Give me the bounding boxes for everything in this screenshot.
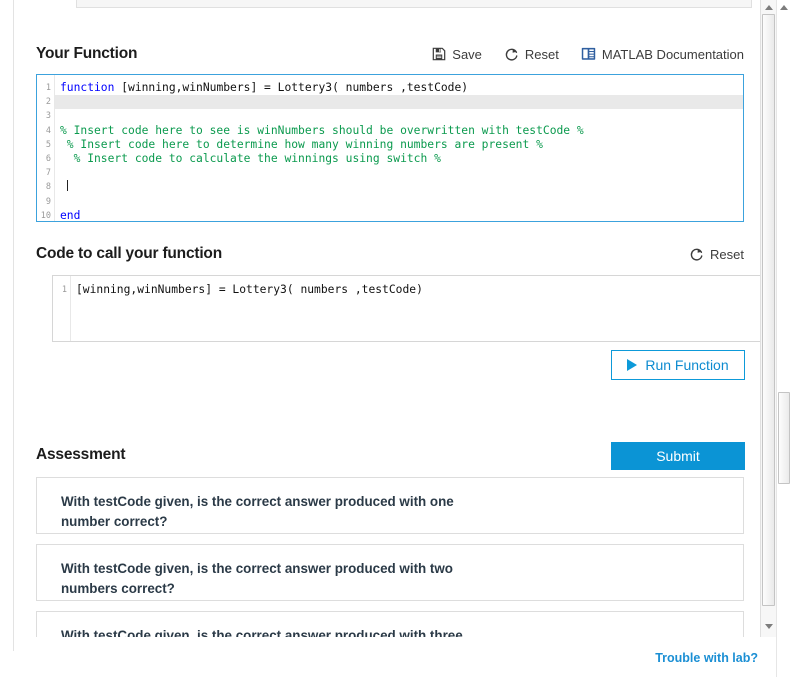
chevron-up-icon <box>764 5 773 10</box>
code-line[interactable]: % Insert code here to determine how many… <box>60 138 743 152</box>
submit-label: Submit <box>656 448 700 464</box>
text-cursor <box>66 180 68 192</box>
book-icon <box>581 47 596 61</box>
assessment-test-text: With testCode given, is the correct answ… <box>61 494 454 529</box>
line-number: 1 <box>45 83 51 93</box>
assessment-test-card[interactable]: With testCode given, is the correct answ… <box>36 544 744 601</box>
play-triangle-icon <box>627 359 638 371</box>
chevron-down-icon <box>764 624 773 629</box>
code-token: end <box>60 208 81 222</box>
code-token: [winning,winNumbers] = Lottery3( numbers… <box>114 81 469 94</box>
reset-label: Reset <box>524 46 559 62</box>
assessment-test-text: With testCode given, is the correct answ… <box>61 628 463 637</box>
previous-section-panel-edge <box>76 0 752 8</box>
line-number: 10 <box>40 210 51 221</box>
code-token: % Insert code here to determine how many… <box>60 137 543 151</box>
assessment-test-text: With testCode given, is the correct answ… <box>61 561 453 596</box>
code-line[interactable] <box>60 109 743 123</box>
chevron-up-icon <box>779 4 788 10</box>
save-button[interactable]: Save <box>432 47 482 62</box>
assessment-title: Assessment <box>36 446 126 463</box>
inner-scroll-up-arrow[interactable] <box>761 1 776 14</box>
code-line[interactable]: end <box>60 208 743 222</box>
line-number: 7 <box>45 168 51 179</box>
code-token: % Insert code to calculate the winnings … <box>60 151 441 165</box>
page-scrollbar-thumb[interactable] <box>778 392 790 484</box>
code-line[interactable] <box>60 195 743 209</box>
trouble-with-lab-link[interactable]: Trouble with lab? <box>655 651 758 665</box>
code-token: [winning,winNumbers] = Lottery3( numbers… <box>76 283 423 296</box>
reset-function-button[interactable]: Reset <box>504 47 559 62</box>
code-line[interactable]: [winning,winNumbers] = Lottery3( numbers… <box>76 283 760 297</box>
line-number: 1 <box>61 285 67 295</box>
call-code-editor[interactable]: 1 [winning,winNumbers] = Lottery3( numbe… <box>52 275 761 342</box>
line-number: 5 <box>45 139 51 150</box>
reset-circular-arrow-icon <box>689 247 704 262</box>
code-line[interactable] <box>60 166 743 180</box>
your-function-header: Your Function Save Reset MATLAB Document… <box>36 42 744 66</box>
page-scrollbar[interactable] <box>776 0 790 677</box>
inner-scroll-down-arrow[interactable] <box>761 620 776 633</box>
reset-circular-arrow-icon <box>504 47 519 62</box>
code-token: % Insert code here to see is winNumbers … <box>60 123 584 137</box>
matlab-documentation-label: MATLAB Documentation <box>601 46 744 62</box>
function-editor-gutter: 1 2 3 4 5 6 7 8 9 10 <box>37 75 55 221</box>
code-line[interactable]: % Insert code here to see is winNumbers … <box>60 124 743 138</box>
inner-scrollbar-thumb[interactable] <box>762 14 775 606</box>
line-number: 8 <box>45 182 51 193</box>
your-function-toolbar: Save Reset MATLAB Documentation <box>432 47 744 62</box>
function-code-editor[interactable]: 1 2 3 4 5 6 7 8 9 10 function [winning,winNumbers… <box>36 74 744 222</box>
line-number: 9 <box>45 196 51 207</box>
line-number: 6 <box>45 153 51 164</box>
reset-call-code-label: Reset <box>710 246 744 262</box>
run-function-button[interactable]: Run Function <box>611 350 745 380</box>
submit-button[interactable]: Submit <box>611 442 745 470</box>
code-line[interactable]: % Insert code to calculate the winnings … <box>60 152 743 166</box>
inner-scrollbar[interactable] <box>760 0 776 637</box>
line-number: 2 <box>45 97 51 108</box>
code-token: function <box>60 81 115 94</box>
your-function-title: Your Function <box>36 45 138 62</box>
line-number: 4 <box>45 125 51 136</box>
line-number: 3 <box>45 111 51 122</box>
call-code-header: Code to call your function Reset <box>36 243 744 265</box>
active-line-highlight <box>37 95 743 110</box>
matlab-grader-panel: Your Function Save Reset MATLAB Document… <box>0 0 790 677</box>
assessment-test-card[interactable]: With testCode given, is the correct answ… <box>36 611 744 637</box>
run-function-label: Run Function <box>645 357 729 373</box>
assessment-test-card[interactable]: With testCode given, is the correct answ… <box>36 477 744 534</box>
code-line[interactable] <box>60 180 743 194</box>
problem-scroll-viewport: Your Function Save Reset MATLAB Document… <box>14 0 776 637</box>
reset-call-code-button[interactable]: Reset <box>689 247 744 262</box>
save-floppy-icon <box>432 47 446 61</box>
call-editor-code[interactable]: [winning,winNumbers] = Lottery3( numbers… <box>72 276 760 341</box>
call-code-toolbar: Reset <box>689 247 744 262</box>
code-line[interactable]: function [winning,winNumbers] = Lottery3… <box>60 81 743 95</box>
matlab-documentation-link[interactable]: MATLAB Documentation <box>581 47 744 62</box>
call-editor-gutter: 1 <box>53 276 71 341</box>
page-scroll-up-arrow[interactable] <box>777 1 790 13</box>
call-code-title: Code to call your function <box>36 245 222 262</box>
save-label: Save <box>452 46 482 62</box>
